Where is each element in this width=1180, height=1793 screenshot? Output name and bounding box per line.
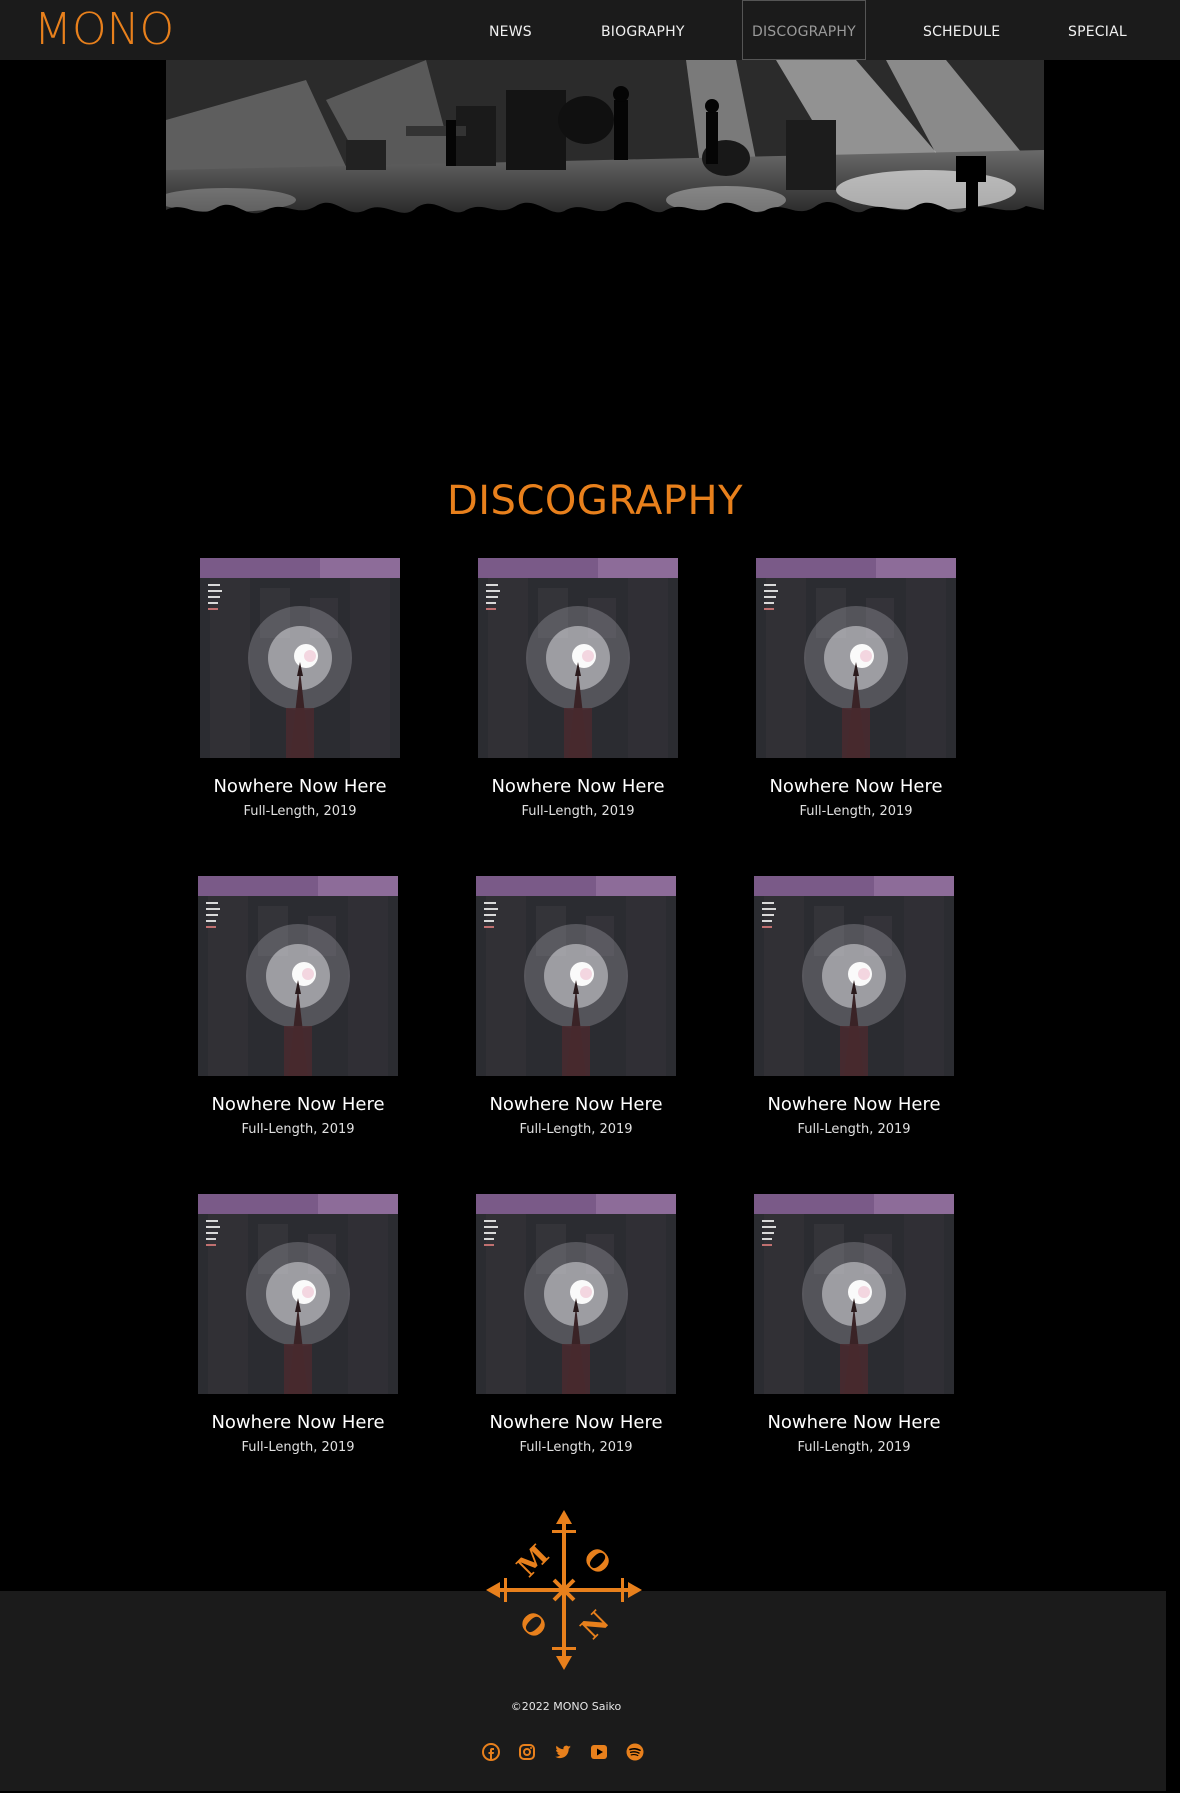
- copyright-text: ©2022 MONO Saiko: [510, 1700, 622, 1713]
- nav-discography[interactable]: DISCOGRAPHY: [742, 0, 866, 60]
- album-card[interactable]: Nowhere Now Here Full-Length, 2019: [476, 1194, 676, 1455]
- nav-special[interactable]: SPECIAL: [1068, 0, 1127, 60]
- album-card[interactable]: Nowhere Now Here Full-Length, 2019: [756, 558, 956, 819]
- album-cover[interactable]: [200, 558, 400, 758]
- hero-image: [166, 60, 1044, 420]
- album-subtitle: Full-Length, 2019: [243, 804, 357, 819]
- album-title[interactable]: Nowhere Now Here: [478, 776, 678, 797]
- album-cover[interactable]: [198, 876, 398, 1076]
- album-card[interactable]: Nowhere Now Here Full-Length, 2019: [476, 876, 676, 1137]
- site-header: MONO NEWS BIOGRAPHY DISCOGRAPHY SCHEDULE…: [0, 0, 1180, 60]
- site-logo[interactable]: MONO: [34, 4, 174, 56]
- album-cover[interactable]: [754, 876, 954, 1076]
- album-subtitle: Full-Length, 2019: [521, 804, 635, 819]
- album-subtitle: Full-Length, 2019: [519, 1122, 633, 1137]
- album-card[interactable]: Nowhere Now Here Full-Length, 2019: [198, 876, 398, 1137]
- album-cover[interactable]: [478, 558, 678, 758]
- youtube-icon[interactable]: [589, 1742, 609, 1762]
- album-subtitle: Full-Length, 2019: [799, 804, 913, 819]
- album-card[interactable]: Nowhere Now Here Full-Length, 2019: [754, 1194, 954, 1455]
- emblem-letter-n: N: [574, 1604, 615, 1645]
- album-title[interactable]: Nowhere Now Here: [476, 1412, 676, 1433]
- album-cover[interactable]: [754, 1194, 954, 1394]
- album-title[interactable]: Nowhere Now Here: [200, 776, 400, 797]
- nav-biography[interactable]: BIOGRAPHY: [601, 0, 685, 60]
- instagram-icon[interactable]: [517, 1742, 537, 1762]
- album-subtitle: Full-Length, 2019: [241, 1122, 355, 1137]
- album-subtitle: Full-Length, 2019: [519, 1440, 633, 1455]
- emblem-letter-o-top: O: [577, 1541, 618, 1582]
- album-subtitle: Full-Length, 2019: [241, 1440, 355, 1455]
- album-title[interactable]: Nowhere Now Here: [476, 1094, 676, 1115]
- album-cover[interactable]: [476, 876, 676, 1076]
- album-title[interactable]: Nowhere Now Here: [754, 1412, 954, 1433]
- emblem-letter-m: M: [510, 1538, 555, 1583]
- album-cover[interactable]: [756, 558, 956, 758]
- concert-photo: [166, 60, 1044, 420]
- mono-emblem: M O N O: [486, 1510, 642, 1670]
- album-subtitle: Full-Length, 2019: [797, 1122, 911, 1137]
- emblem-letter-o-bottom: O: [513, 1605, 554, 1646]
- twitter-icon[interactable]: [553, 1742, 573, 1762]
- album-title[interactable]: Nowhere Now Here: [756, 776, 956, 797]
- album-card[interactable]: Nowhere Now Here Full-Length, 2019: [198, 1194, 398, 1455]
- album-cover[interactable]: [198, 1194, 398, 1394]
- album-card[interactable]: Nowhere Now Here Full-Length, 2019: [478, 558, 678, 819]
- album-title[interactable]: Nowhere Now Here: [198, 1094, 398, 1115]
- spotify-icon[interactable]: [625, 1742, 645, 1762]
- album-card[interactable]: Nowhere Now Here Full-Length, 2019: [200, 558, 400, 819]
- album-subtitle: Full-Length, 2019: [797, 1440, 911, 1455]
- nav-news[interactable]: NEWS: [489, 0, 532, 60]
- album-title[interactable]: Nowhere Now Here: [198, 1412, 398, 1433]
- nav-schedule[interactable]: SCHEDULE: [923, 0, 1000, 60]
- facebook-icon[interactable]: [481, 1742, 501, 1762]
- album-card[interactable]: Nowhere Now Here Full-Length, 2019: [754, 876, 954, 1137]
- album-title[interactable]: Nowhere Now Here: [754, 1094, 954, 1115]
- page-title: DISCOGRAPHY: [446, 478, 744, 524]
- album-cover[interactable]: [476, 1194, 676, 1394]
